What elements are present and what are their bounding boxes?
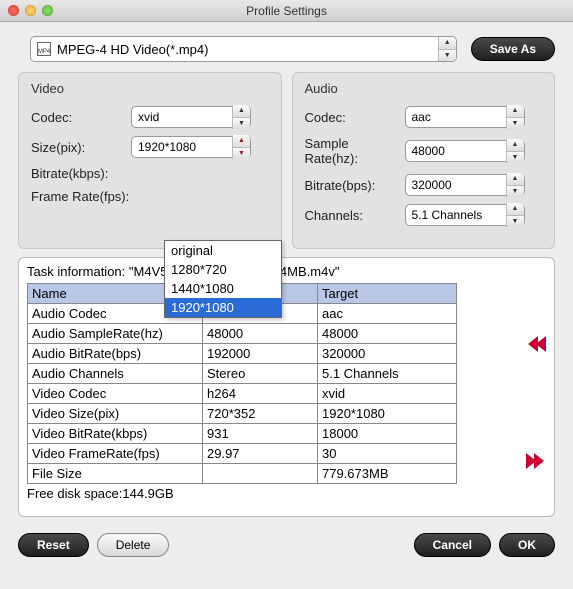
stepper-icon[interactable]: ▲▼ xyxy=(506,173,524,197)
size-option-original[interactable]: original xyxy=(165,241,281,260)
move-down-button[interactable] xyxy=(528,453,544,469)
task-info-panel: Task information: "M4V5 AVC AAC AC-3 53.… xyxy=(18,257,555,517)
stepper-icon[interactable]: ▲▼ xyxy=(506,139,524,163)
stepper-icon[interactable]: ▲▼ xyxy=(438,37,456,61)
video-panel-title: Video xyxy=(31,81,269,96)
titlebar: Profile Settings xyxy=(0,0,573,22)
audio-bitrate-label: Bitrate(bps): xyxy=(305,178,405,193)
chevron-left-icon xyxy=(536,336,546,352)
profile-select-value: MPEG-4 HD Video(*.mp4) xyxy=(57,42,438,57)
reset-button[interactable]: Reset xyxy=(18,533,89,557)
video-size-select[interactable]: 1920*1080 ▲▼ xyxy=(131,136,251,158)
video-framerate-label: Frame Rate(fps): xyxy=(31,189,131,204)
audio-panel-title: Audio xyxy=(305,81,543,96)
table-row: Video FrameRate(fps)29.9730 xyxy=(28,444,457,464)
chevron-right-icon xyxy=(534,453,544,469)
task-info-header: Task information: "M4V5 AVC AAC AC-3 53.… xyxy=(27,264,546,279)
save-as-button[interactable]: Save As xyxy=(471,37,555,61)
col-target: Target xyxy=(318,284,457,304)
video-size-label: Size(pix): xyxy=(31,140,131,155)
audio-channels-select[interactable]: 5.1 Channels ▲▼ xyxy=(405,204,525,226)
table-row: Video Size(pix)720*3521920*1080 xyxy=(28,404,457,424)
video-size-dropdown[interactable]: original 1280*720 1440*1080 1920*1080 xyxy=(164,240,282,318)
window-title: Profile Settings xyxy=(0,4,573,18)
table-row: File Size779.673MB xyxy=(28,464,457,484)
size-option-1280x720[interactable]: 1280*720 xyxy=(165,260,281,279)
table-row: Video BitRate(kbps)93118000 xyxy=(28,424,457,444)
stepper-icon[interactable]: ▲▼ xyxy=(506,203,524,227)
table-row: Audio SampleRate(hz)4800048000 xyxy=(28,324,457,344)
table-row: Video Codech264xvid xyxy=(28,384,457,404)
audio-codec-select[interactable]: aac ▲▼ xyxy=(405,106,525,128)
table-row: Audio BitRate(bps)192000320000 xyxy=(28,344,457,364)
cancel-button[interactable]: Cancel xyxy=(414,533,491,557)
audio-panel: Audio Codec: aac ▲▼ Sample Rate(hz): 480… xyxy=(292,72,556,249)
audio-samplerate-select[interactable]: 48000 ▲▼ xyxy=(405,140,525,162)
video-codec-select[interactable]: xvid ▲▼ xyxy=(131,106,251,128)
free-disk-space: Free disk space:144.9GB xyxy=(27,486,546,501)
audio-bitrate-select[interactable]: 320000 ▲▼ xyxy=(405,174,525,196)
ok-button[interactable]: OK xyxy=(499,533,555,557)
table-row: Audio ChannelsStereo5.1 Channels xyxy=(28,364,457,384)
stepper-icon[interactable]: ▲▼ xyxy=(506,105,524,129)
size-option-1920x1080[interactable]: 1920*1080 xyxy=(165,298,281,317)
video-bitrate-label: Bitrate(kbps): xyxy=(31,166,131,181)
size-option-1440x1080[interactable]: 1440*1080 xyxy=(165,279,281,298)
audio-samplerate-label: Sample Rate(hz): xyxy=(305,136,405,166)
video-codec-label: Codec: xyxy=(31,110,131,125)
stepper-icon[interactable]: ▲▼ xyxy=(232,135,250,159)
stepper-icon[interactable]: ▲▼ xyxy=(232,105,250,129)
audio-channels-label: Channels: xyxy=(305,208,405,223)
video-panel: Video Codec: xvid ▲▼ Size(pix): 1920*108… xyxy=(18,72,282,249)
delete-button[interactable]: Delete xyxy=(97,533,170,557)
move-up-button[interactable] xyxy=(528,336,544,352)
mp4-file-icon: MP4 xyxy=(37,42,51,56)
audio-codec-label: Codec: xyxy=(305,110,405,125)
profile-select[interactable]: MP4 MPEG-4 HD Video(*.mp4) ▲▼ xyxy=(30,36,457,62)
